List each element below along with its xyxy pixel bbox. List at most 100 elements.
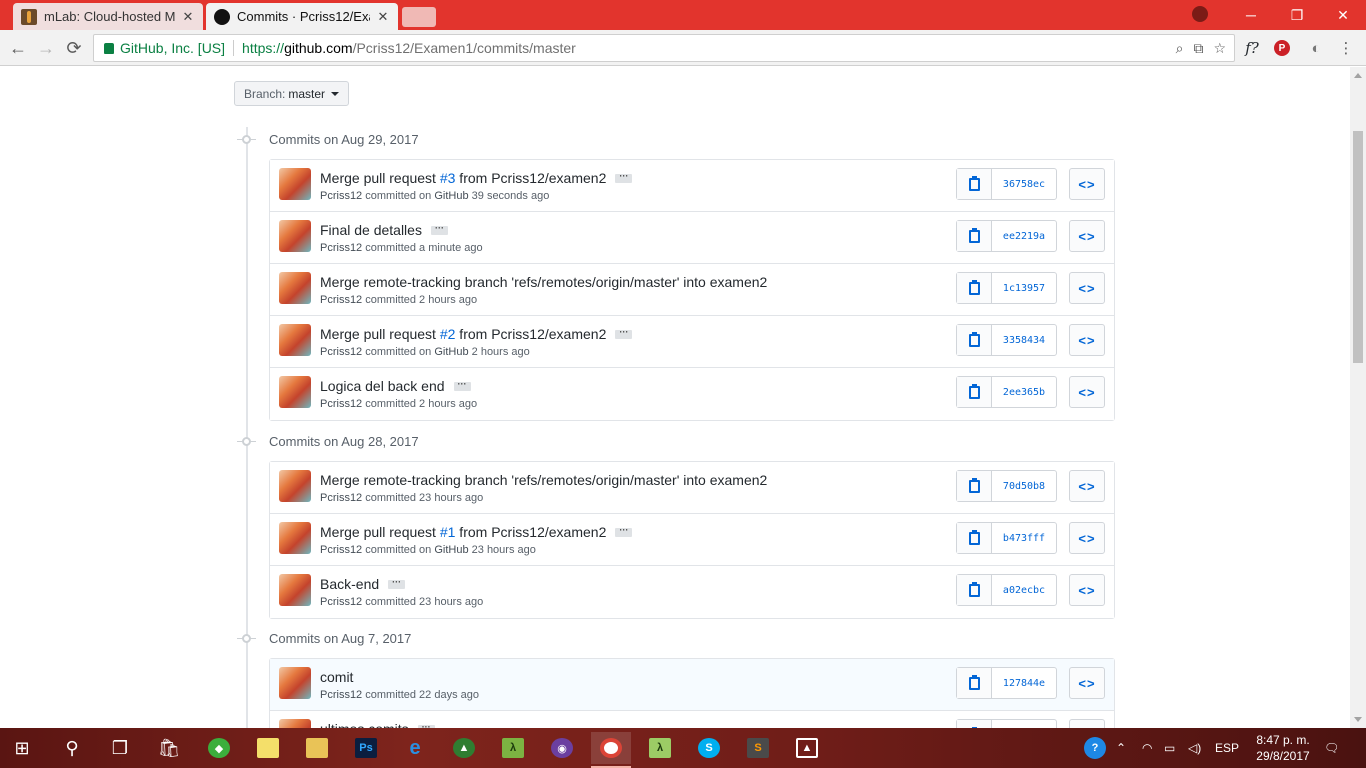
commit-sha-link[interactable]: 70d50b8 — [992, 471, 1056, 501]
battery-icon[interactable]: ▭ — [1164, 728, 1175, 768]
volume-icon[interactable]: ◁) — [1188, 728, 1201, 768]
browse-code-button[interactable]: <> — [1069, 574, 1105, 606]
scroll-down-arrow-icon[interactable] — [1354, 717, 1362, 722]
expand-message-button[interactable]: ··· — [615, 327, 633, 339]
avatar[interactable] — [279, 667, 311, 699]
windows-start-icon[interactable]: ⊞ — [2, 732, 42, 764]
copy-sha-button[interactable] — [957, 668, 992, 698]
commit-author[interactable]: Pcriss12 — [320, 544, 362, 556]
wifi-icon[interactable]: ◠ — [1142, 728, 1152, 768]
commit-message[interactable]: Merge pull request #3 from Pcriss12/exam… — [320, 170, 633, 186]
branch-select-button[interactable]: Branch: master — [234, 81, 350, 106]
scroll-thumb[interactable] — [1353, 131, 1363, 363]
bookmark-star-icon[interactable]: ☆ — [1213, 40, 1226, 57]
browse-code-button[interactable]: <> — [1069, 376, 1105, 408]
commit-message-text[interactable]: Merge remote-tracking branch 'refs/remot… — [320, 274, 767, 290]
commit-message[interactable]: Logica del back end ··· — [320, 378, 471, 394]
tab-mlab[interactable]: mLab: Cloud-hosted Mo ✕ — [13, 3, 203, 30]
commit-message[interactable]: Merge remote-tracking branch 'refs/remot… — [320, 274, 767, 290]
avatar[interactable] — [279, 522, 311, 554]
commit-message[interactable]: Final de detalles ··· — [320, 222, 448, 238]
avatar[interactable] — [279, 272, 311, 304]
pinterest-icon[interactable]: P — [1274, 40, 1290, 56]
commit-author[interactable]: Pcriss12 — [320, 398, 362, 410]
restore-button[interactable]: ❐ — [1274, 0, 1320, 30]
commit-message-text[interactable]: from Pcriss12/examen2 — [455, 170, 606, 186]
store-icon[interactable]: 🛍 — [149, 732, 189, 764]
commit-sha-link[interactable]: b473fff — [992, 523, 1056, 553]
commit-author[interactable]: Pcriss12 — [320, 190, 362, 202]
language-indicator[interactable]: ESP — [1215, 728, 1239, 768]
lambda-folder-icon[interactable]: λ — [640, 732, 680, 764]
commit-author[interactable]: Pcriss12 — [320, 492, 362, 504]
avatar[interactable] — [279, 220, 311, 252]
new-tab-button[interactable] — [402, 7, 436, 27]
translate-icon[interactable]: ⧉ — [1193, 40, 1203, 57]
sticky-notes-icon[interactable] — [248, 732, 288, 764]
avatar[interactable] — [279, 574, 311, 606]
commit-author[interactable]: Pcriss12 — [320, 346, 362, 358]
sublime-text-icon[interactable]: S — [738, 732, 778, 764]
browser-menu-icon[interactable]: ⋮ — [1336, 38, 1356, 58]
pull-request-link[interactable]: #3 — [440, 170, 456, 186]
sims-icon[interactable]: ◆ — [199, 732, 239, 764]
page-scrollbar[interactable] — [1350, 67, 1366, 728]
copy-sha-button[interactable] — [957, 720, 992, 728]
copy-sha-button[interactable] — [957, 325, 992, 355]
reload-icon[interactable]: ⟳ — [62, 36, 86, 60]
help-icon[interactable]: ? — [1084, 728, 1106, 768]
avatar[interactable] — [279, 376, 311, 408]
avatar[interactable] — [279, 719, 311, 728]
back-arrow-icon[interactable]: ← — [6, 36, 30, 60]
copy-sha-button[interactable] — [957, 169, 992, 199]
commit-author[interactable]: Pcriss12 — [320, 689, 362, 701]
tab-commits[interactable]: Commits · Pcriss12/Exam ✕ — [206, 3, 398, 30]
browse-code-button[interactable]: <> — [1069, 272, 1105, 304]
pull-request-link[interactable]: #1 — [440, 524, 456, 540]
file-explorer-icon[interactable] — [297, 732, 337, 764]
commit-author[interactable]: Pcriss12 — [320, 294, 362, 306]
commit-author[interactable]: Pcriss12 — [320, 596, 362, 608]
expand-message-button[interactable]: ··· — [388, 577, 406, 589]
commit-sha-link[interactable]: ee2219a — [992, 221, 1056, 251]
avatar[interactable] — [279, 470, 311, 502]
commit-message-text[interactable]: Back-end — [320, 576, 379, 592]
notifications-icon[interactable]: 🗨 — [1324, 728, 1339, 768]
commit-message[interactable]: Back-end ··· — [320, 576, 406, 592]
committer-name[interactable]: GitHub — [434, 346, 468, 358]
commit-message-text[interactable]: Final de detalles — [320, 222, 422, 238]
tab-close-icon[interactable]: ✕ — [181, 9, 195, 25]
expand-message-button[interactable]: ··· — [453, 379, 471, 391]
search-icon[interactable]: ⌕ — [1176, 40, 1184, 57]
committer-name[interactable]: GitHub — [434, 190, 468, 202]
commit-sha-link[interactable]: 3358434 — [992, 325, 1056, 355]
edge-icon[interactable]: e — [395, 732, 435, 764]
commit-sha-link[interactable]: 36758ec — [992, 169, 1056, 199]
pull-request-link[interactable]: #2 — [440, 326, 456, 342]
browse-code-button[interactable]: <> — [1069, 522, 1105, 554]
browse-code-button[interactable]: <> — [1069, 168, 1105, 200]
commit-message-text[interactable]: comit — [320, 669, 353, 685]
commit-message-text[interactable]: from Pcriss12/examen2 — [455, 326, 606, 342]
commit-message[interactable]: Merge remote-tracking branch 'refs/remot… — [320, 472, 767, 488]
profile-icon[interactable] — [1192, 6, 1208, 22]
browse-code-button[interactable]: <> — [1069, 470, 1105, 502]
commit-message[interactable]: comit — [320, 669, 353, 685]
copy-sha-button[interactable] — [957, 273, 992, 303]
chrome-icon[interactable] — [591, 732, 631, 768]
copy-sha-button[interactable] — [957, 471, 992, 501]
minimize-button[interactable]: ─ — [1228, 0, 1274, 30]
lambda-app-icon[interactable]: λ — [493, 732, 533, 764]
expand-message-button[interactable]: ··· — [615, 171, 633, 183]
commit-sha-link[interactable]: 127844e — [992, 668, 1056, 698]
copy-sha-button[interactable] — [957, 523, 992, 553]
commit-message[interactable]: Merge pull request #1 from Pcriss12/exam… — [320, 524, 633, 540]
commit-sha-link[interactable]: 2ee365b — [992, 377, 1056, 407]
browse-code-button[interactable]: <> — [1069, 667, 1105, 699]
commit-message[interactable]: Merge pull request #2 from Pcriss12/exam… — [320, 326, 633, 342]
commit-message-text[interactable]: Merge pull request — [320, 170, 440, 186]
extension-icon[interactable]: ◐ — [1306, 38, 1326, 58]
task-view-icon[interactable]: ❐ — [100, 732, 140, 764]
system-clock[interactable]: 8:47 p. m. 29/8/2017 — [1243, 732, 1323, 764]
address-bar[interactable]: GitHub, Inc. [US] https:// github.com /P… — [93, 34, 1235, 62]
